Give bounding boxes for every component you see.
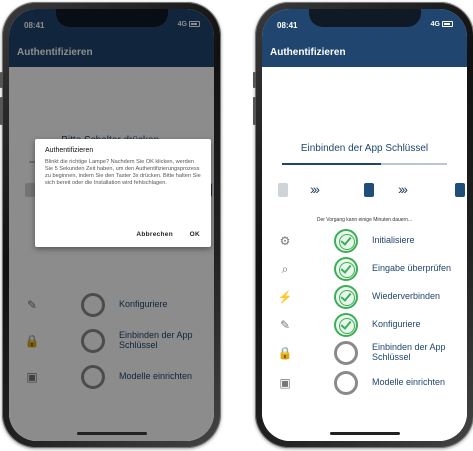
cancel-button[interactable]: Abbrechen (136, 231, 173, 238)
step-item: ⚙ Initialisiere (262, 229, 467, 255)
chevron-icon: ››› (398, 181, 408, 197)
signal-indicator: 4G (431, 21, 453, 28)
progress-track (282, 163, 447, 165)
progress-fill (282, 163, 381, 165)
stage-tile (455, 183, 465, 197)
step-label: Einbinden der App Schlüssel (372, 342, 446, 362)
step-label: Modelle einrichten (372, 377, 446, 387)
check-circle-icon (334, 285, 358, 309)
device-icon: ▣ (279, 376, 291, 390)
stage-indicator: ››› ››› (272, 181, 465, 201)
status-ring (334, 371, 358, 395)
stage-tile (364, 183, 374, 197)
puzzle-icon: ✎ (279, 318, 291, 332)
lock-icon: 🔒 (277, 346, 293, 360)
phone-frame-right: 08:41 4G Authentifizieren Einbinden der … (253, 2, 473, 448)
step-item: ✎ Konfiguriere (262, 313, 467, 339)
auth-content: Einbinden der App Schlüssel ››› ››› Der … (262, 67, 467, 441)
wait-note: Der Vorgang kann einige Minuten dauern..… (316, 217, 413, 223)
auth-dialog: Authentifizieren Blinkt die richtige Lam… (35, 139, 211, 247)
ok-button[interactable]: OK (190, 231, 200, 238)
screen-left: 08:41 4G Authentifizieren Bitte Schalter… (9, 9, 214, 441)
magnifier-icon: ⌕ (281, 262, 289, 276)
step-label: Wiederverbinden (372, 291, 441, 301)
check-circle-icon (334, 257, 358, 281)
step-headline: Einbinden der App Schlüssel (300, 143, 429, 154)
dialog-title: Authentifizieren (45, 147, 94, 154)
status-ring (334, 341, 358, 365)
step-item: ⌕ Eingabe überprüfen (262, 257, 467, 283)
status-bar: 08:41 4G (262, 9, 467, 39)
app-bar: Authentifizieren (262, 39, 467, 67)
plug-icon: ⚡ (277, 290, 293, 304)
check-circle-icon (334, 313, 358, 337)
status-time: 08:41 (277, 21, 298, 30)
home-indicator[interactable] (329, 432, 400, 435)
notch (308, 9, 421, 27)
step-label: Eingabe überprüfen (372, 263, 452, 273)
home-indicator[interactable] (76, 432, 147, 435)
battery-icon (442, 21, 453, 28)
step-label: Initialisiere (372, 235, 415, 245)
check-circle-icon (334, 229, 358, 253)
dialog-message: Blinkt die richtige Lampe? Nachdem Sie O… (45, 159, 201, 186)
step-label: Konfiguriere (372, 319, 421, 329)
chevron-icon: ››› (310, 181, 320, 197)
step-item: ⚡ Wiederverbinden (262, 285, 467, 311)
stage-tile (278, 183, 288, 197)
step-item: 🔒 Einbinden der App Schlüssel (262, 341, 467, 367)
step-item: ▣ Modelle einrichten (262, 371, 467, 397)
page-title: Authentifizieren (270, 47, 346, 58)
phone-frame-left: 08:41 4G Authentifizieren Bitte Schalter… (0, 2, 221, 448)
gear-icon: ⚙ (279, 234, 291, 248)
screen-right: 08:41 4G Authentifizieren Einbinden der … (262, 9, 467, 441)
